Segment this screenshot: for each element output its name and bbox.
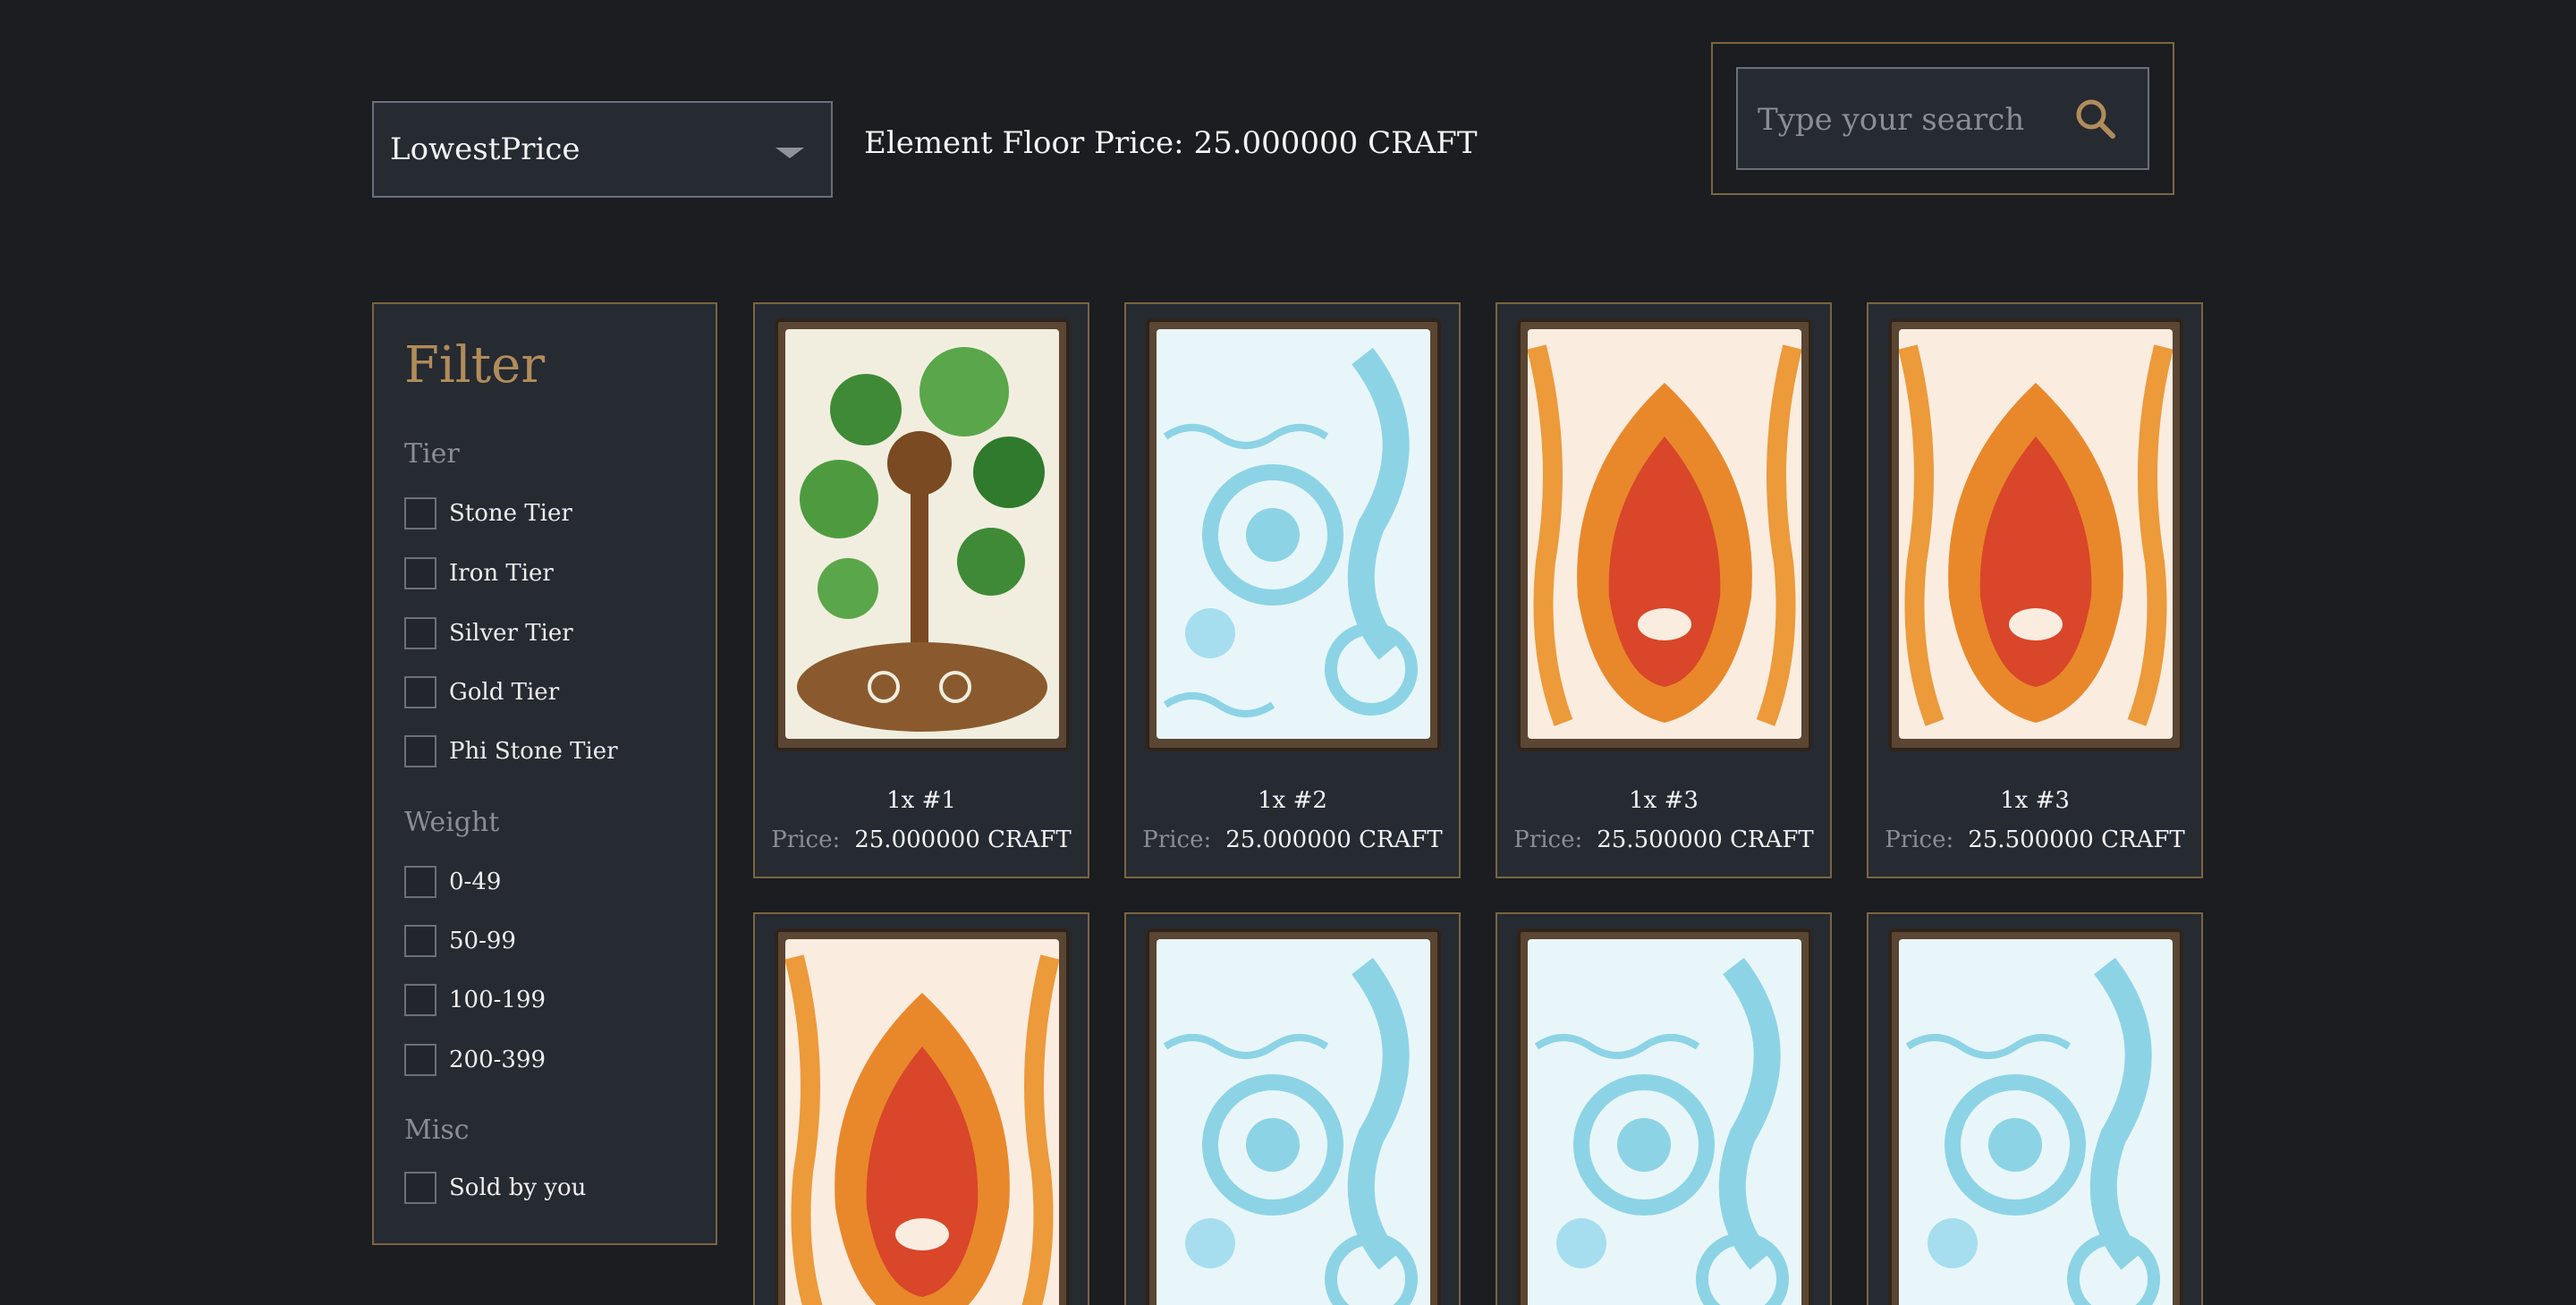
card-fire[interactable]: 1x #3 Price: 25.500000 CRAFT bbox=[1496, 302, 1832, 878]
filter-option-weight-200-399[interactable]: 200-399 bbox=[404, 1044, 546, 1076]
price-label: Price: bbox=[771, 826, 841, 853]
price-label: Price: bbox=[1513, 826, 1583, 853]
checkbox[interactable] bbox=[404, 735, 436, 767]
filter-option-iron-tier[interactable]: Iron Tier bbox=[404, 557, 554, 589]
checkbox[interactable] bbox=[404, 984, 436, 1016]
search-input[interactable] bbox=[1756, 69, 2063, 170]
card-art-frame bbox=[1888, 318, 2183, 751]
card-price: Price: 25.000000 CRAFT bbox=[1126, 826, 1459, 853]
chevron-down-icon bbox=[775, 148, 804, 158]
sort-selected-value: LowestPrice bbox=[390, 131, 580, 167]
search-field bbox=[1736, 67, 2149, 170]
card-water[interactable] bbox=[1124, 912, 1461, 1305]
checkbox[interactable] bbox=[404, 497, 436, 530]
filter-panel: Filter Tier Stone Tier Iron Tier Silver … bbox=[372, 302, 717, 1245]
checkbox[interactable] bbox=[404, 676, 436, 708]
fire-element-art bbox=[785, 939, 1059, 1305]
price-label: Price: bbox=[1885, 826, 1954, 853]
checkbox[interactable] bbox=[404, 1172, 436, 1204]
filter-section-misc: Misc bbox=[404, 1114, 470, 1146]
filter-option-gold-tier[interactable]: Gold Tier bbox=[404, 676, 559, 708]
water-element-art bbox=[1528, 939, 1801, 1305]
price-value: 25.500000 CRAFT bbox=[1968, 826, 2185, 853]
price-value: 25.000000 CRAFT bbox=[854, 826, 1072, 853]
fire-element-art bbox=[1528, 329, 1801, 739]
card-price: Price: 25.500000 CRAFT bbox=[1868, 826, 2201, 853]
price-label: Price: bbox=[1142, 826, 1212, 853]
filter-section-weight: Weight bbox=[404, 807, 500, 838]
filter-option-label: 0-49 bbox=[449, 869, 502, 895]
water-element-art bbox=[1899, 939, 2173, 1305]
filter-option-label: 50-99 bbox=[449, 928, 516, 954]
checkbox[interactable] bbox=[404, 925, 436, 957]
filter-option-weight-0-49[interactable]: 0-49 bbox=[404, 866, 501, 898]
filter-option-silver-tier[interactable]: Silver Tier bbox=[404, 617, 573, 649]
price-value: 25.000000 CRAFT bbox=[1225, 826, 1443, 853]
card-fire[interactable]: 1x #3 Price: 25.500000 CRAFT bbox=[1867, 302, 2203, 878]
checkbox[interactable] bbox=[404, 617, 436, 649]
card-water[interactable] bbox=[1496, 912, 1832, 1305]
filter-section-tier: Tier bbox=[404, 438, 460, 470]
price-value: 25.500000 CRAFT bbox=[1597, 826, 1814, 853]
filter-option-label: Phi Stone Tier bbox=[449, 738, 618, 765]
card-quantity: 1x #2 bbox=[1258, 787, 1327, 814]
sort-select[interactable]: LowestPrice bbox=[372, 101, 833, 198]
filter-option-label: Gold Tier bbox=[449, 679, 560, 706]
filter-option-label: 200-399 bbox=[449, 1047, 547, 1073]
water-element-art bbox=[1157, 329, 1430, 739]
checkbox[interactable] bbox=[404, 557, 436, 589]
card-price: Price: 25.500000 CRAFT bbox=[1497, 826, 1830, 853]
filter-option-weight-100-199[interactable]: 100-199 bbox=[404, 984, 546, 1016]
card-quantity: 1x #1 bbox=[886, 787, 956, 814]
earth-element-art bbox=[785, 329, 1059, 739]
card-price: Price: 25.000000 CRAFT bbox=[755, 826, 1088, 853]
filter-option-sold-by-you[interactable]: Sold by you bbox=[404, 1172, 586, 1204]
card-water[interactable] bbox=[1867, 912, 2203, 1305]
water-element-art bbox=[1157, 939, 1430, 1305]
checkbox[interactable] bbox=[404, 866, 436, 898]
card-art-frame bbox=[1888, 928, 2183, 1305]
search-box bbox=[1711, 42, 2174, 195]
filter-option-label: Silver Tier bbox=[449, 620, 573, 647]
filter-option-label: 100-199 bbox=[449, 987, 547, 1013]
checkbox[interactable] bbox=[404, 1044, 436, 1076]
filter-title: Filter bbox=[404, 336, 546, 394]
card-art-frame bbox=[775, 318, 1070, 751]
filter-option-label: Stone Tier bbox=[449, 500, 572, 527]
filter-option-stone-tier[interactable]: Stone Tier bbox=[404, 497, 572, 530]
filter-option-phi-stone-tier[interactable]: Phi Stone Tier bbox=[404, 735, 618, 767]
card-art-frame bbox=[1146, 928, 1441, 1305]
filter-option-label: Sold by you bbox=[449, 1174, 587, 1201]
filter-option-weight-50-99[interactable]: 50-99 bbox=[404, 925, 516, 957]
element-floor-price: Element Floor Price: 25.000000 CRAFT bbox=[864, 125, 1478, 161]
fire-element-art bbox=[1899, 329, 2173, 739]
card-quantity: 1x #3 bbox=[1629, 787, 1699, 814]
card-earth[interactable]: 1x #1 Price: 25.000000 CRAFT bbox=[753, 302, 1089, 878]
card-art-frame bbox=[775, 928, 1070, 1305]
filter-option-label: Iron Tier bbox=[449, 560, 554, 587]
card-art-frame bbox=[1517, 928, 1812, 1305]
card-art-frame bbox=[1146, 318, 1441, 751]
card-quantity: 1x #3 bbox=[2000, 787, 2070, 814]
card-art-frame bbox=[1517, 318, 1812, 751]
card-fire[interactable] bbox=[753, 912, 1089, 1305]
search-icon[interactable] bbox=[2072, 96, 2117, 140]
card-water[interactable]: 1x #2 Price: 25.000000 CRAFT bbox=[1124, 302, 1461, 878]
